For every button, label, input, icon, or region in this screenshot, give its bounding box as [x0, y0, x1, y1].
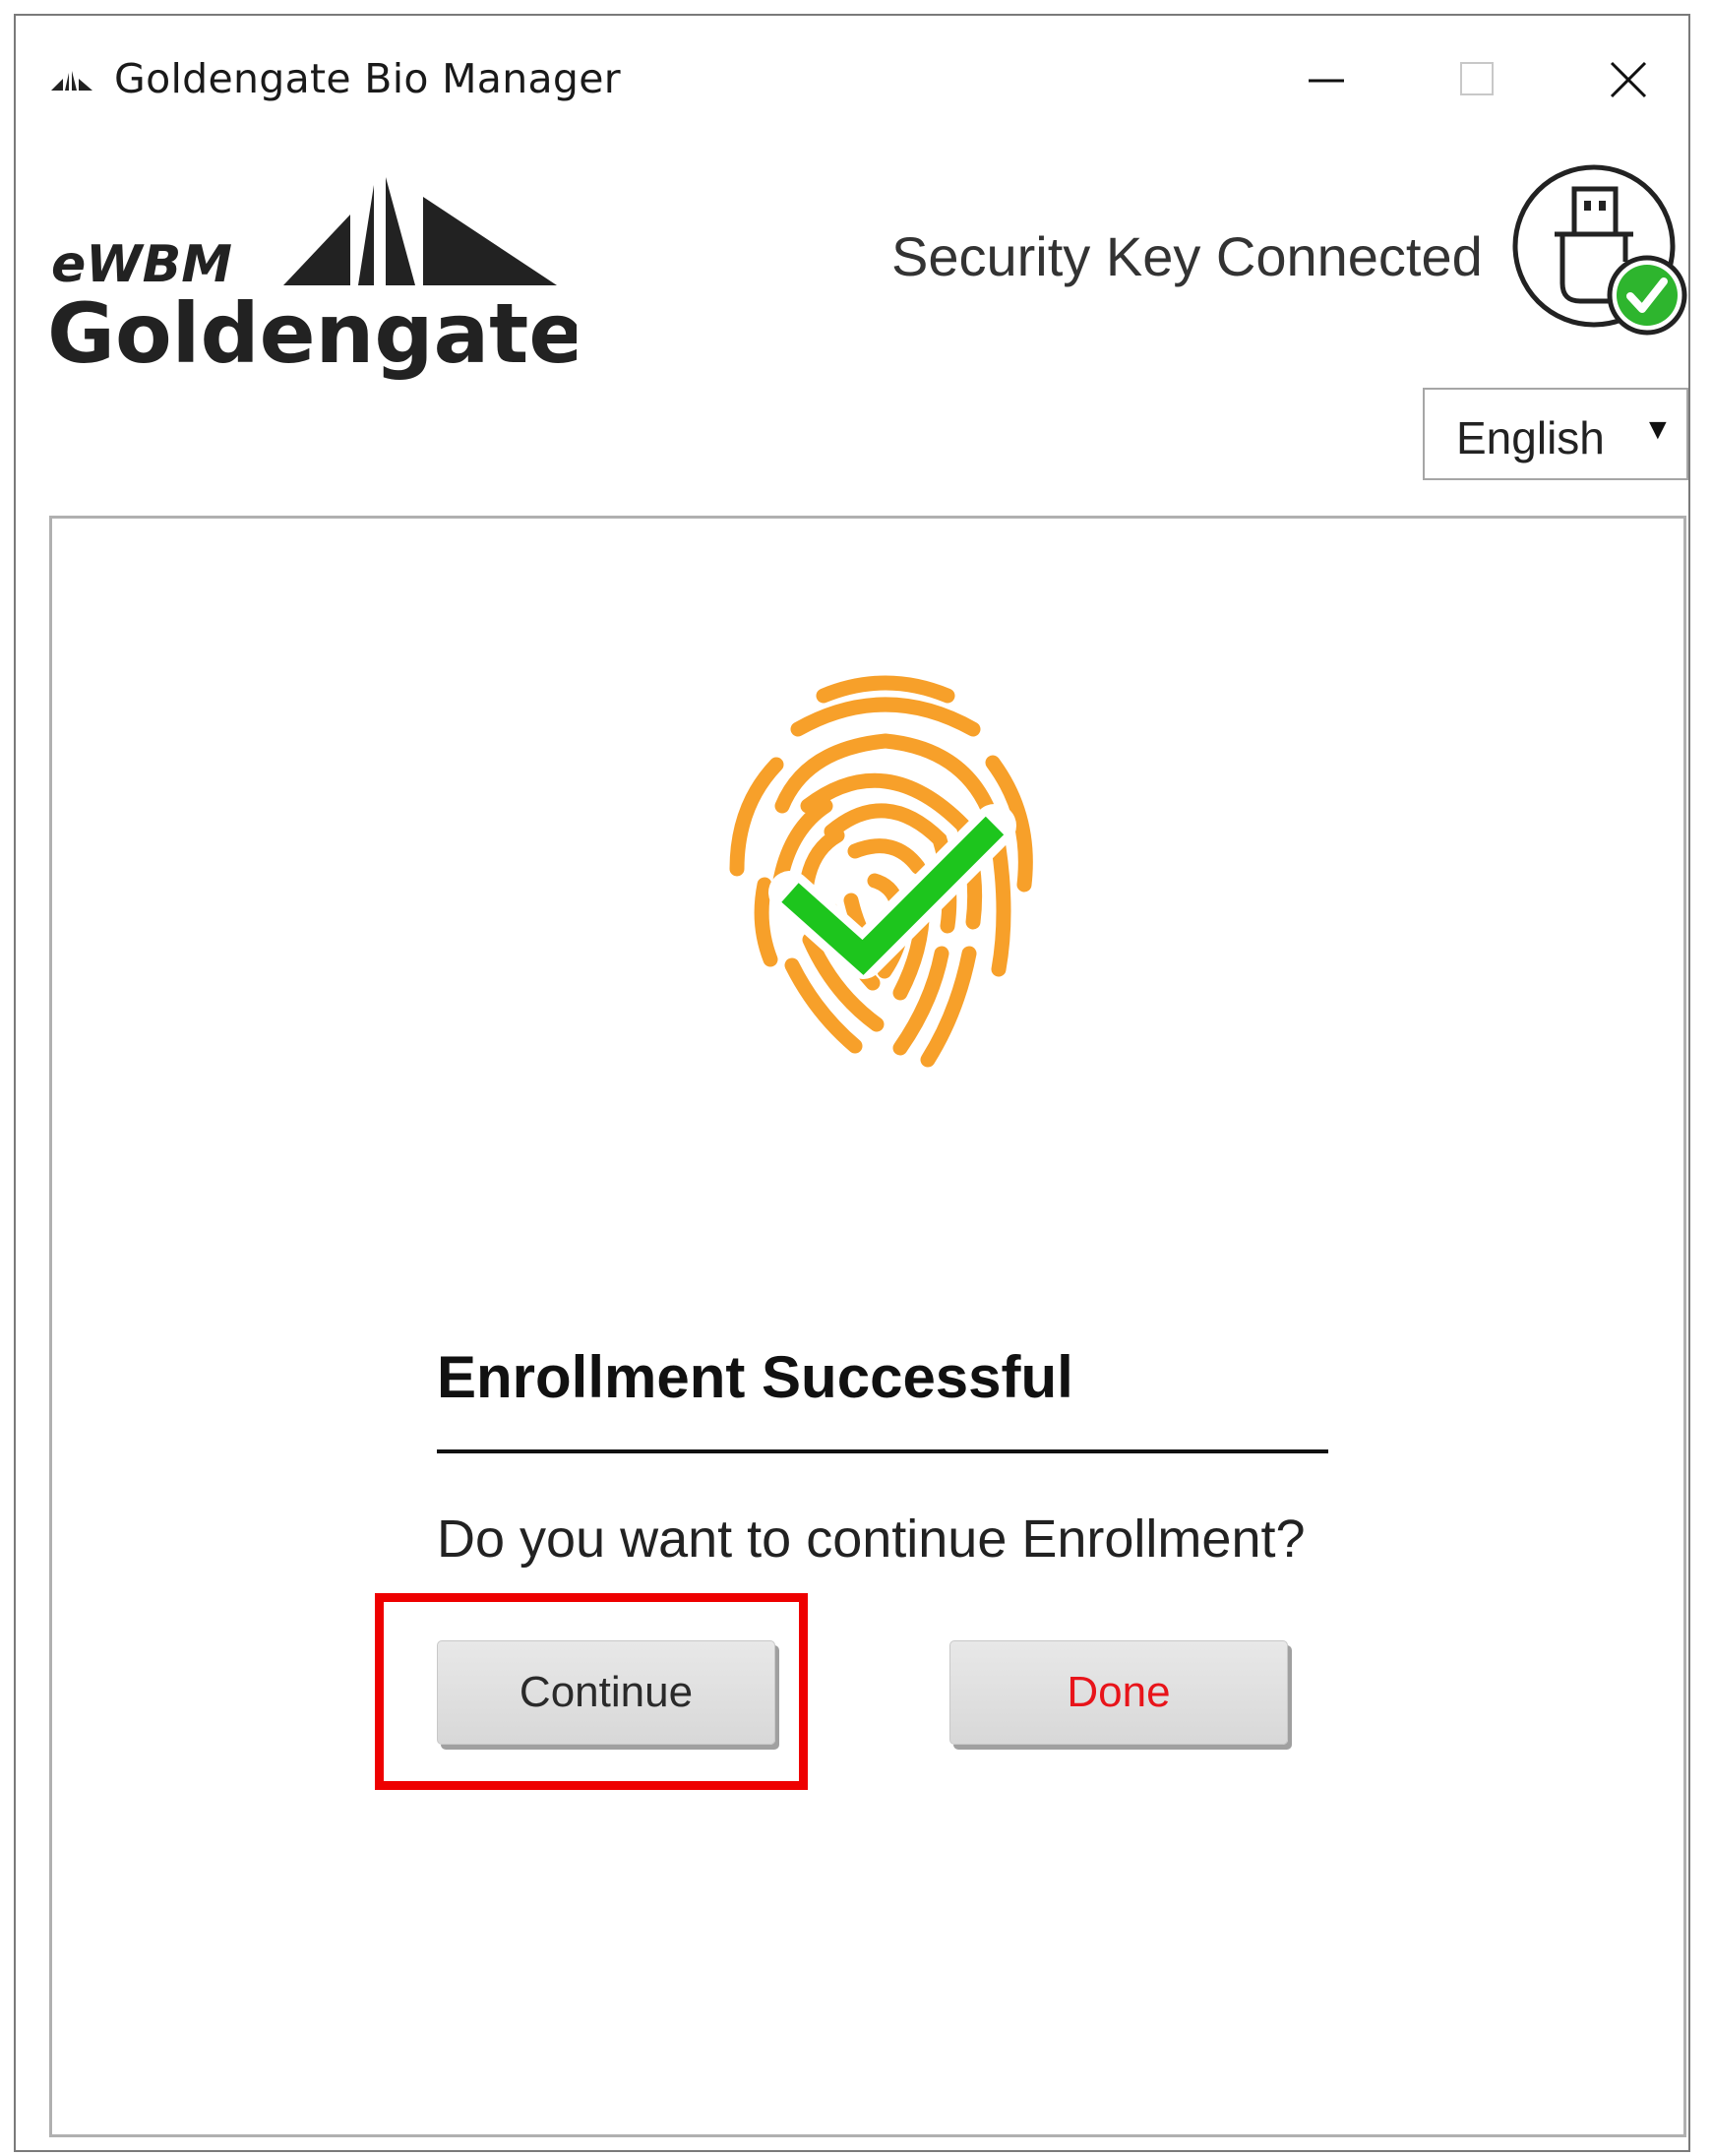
enrollment-heading: Enrollment Successful [437, 1344, 1073, 1410]
security-key-status: Security Key Connected [891, 225, 1483, 287]
app-logo-icon [51, 71, 92, 91]
continue-button[interactable]: Continue [437, 1640, 775, 1745]
ewbm-goldengate-logo: eWBM Goldengate [47, 177, 577, 382]
language-select[interactable]: English ▼ [1423, 388, 1688, 480]
dropdown-arrow-icon: ▼ [1643, 413, 1673, 446]
close-icon[interactable] [1590, 45, 1669, 114]
title-bar[interactable]: Goldengate Bio Manager [16, 16, 1688, 124]
continue-question: Do you want to continue Enrollment? [437, 1509, 1306, 1569]
maximize-icon[interactable] [1438, 45, 1517, 114]
window-title: Goldengate Bio Manager [114, 55, 621, 102]
language-select-value: English [1456, 412, 1605, 463]
done-button[interactable]: Done [949, 1640, 1288, 1745]
fingerprint-check-icon [729, 675, 1033, 1068]
svg-text:Goldengate: Goldengate [47, 285, 577, 382]
minimize-icon[interactable] [1287, 45, 1366, 114]
heading-divider [437, 1449, 1328, 1453]
app-window: Goldengate Bio Manager eWBM Goldengate S… [14, 14, 1690, 2152]
usb-key-connected-icon [1512, 164, 1687, 336]
enrollment-panel: Enrollment Successful Do you want to con… [49, 516, 1686, 2137]
